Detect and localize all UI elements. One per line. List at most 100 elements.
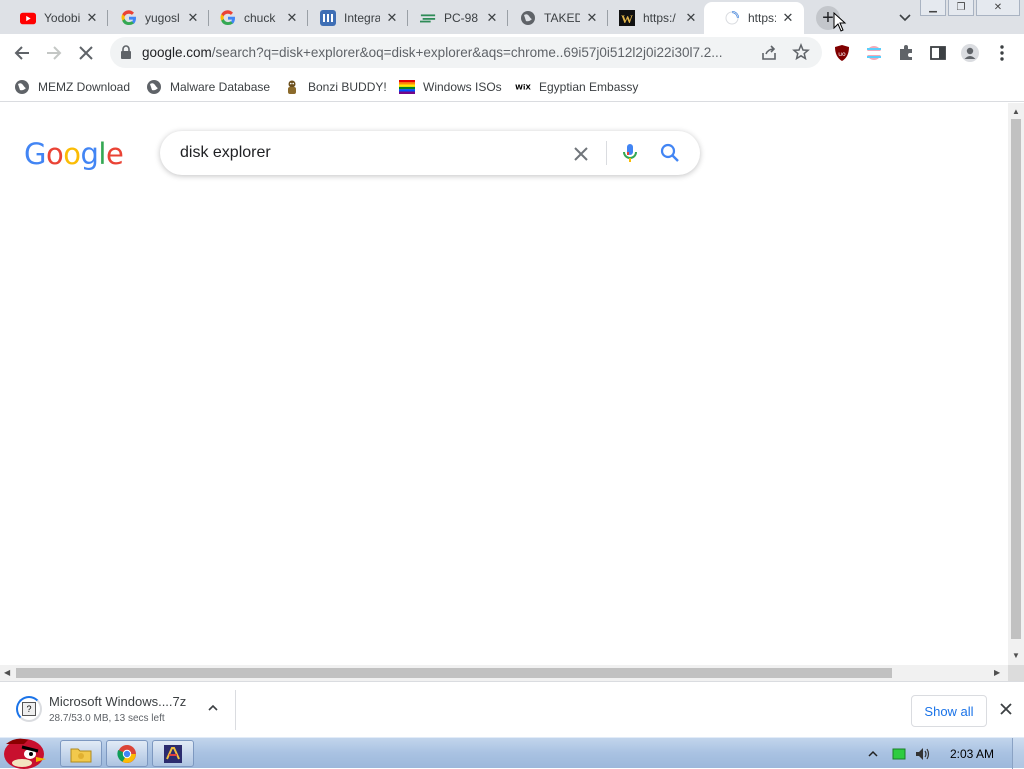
- file-icon: ?: [22, 702, 36, 716]
- taskbar-explorer-button[interactable]: [60, 740, 102, 767]
- ublock-extension-button[interactable]: uo: [830, 41, 854, 65]
- profile-button[interactable]: [958, 41, 982, 65]
- logo-letter: o: [45, 137, 64, 171]
- tab-title: yugosl: [145, 11, 180, 25]
- side-panel-button[interactable]: [926, 41, 950, 65]
- tab-integra[interactable]: Integra ✕: [300, 2, 408, 34]
- site-icon: [320, 10, 336, 26]
- google-logo[interactable]: Google: [24, 137, 124, 171]
- puzzle-icon: [900, 45, 912, 60]
- tab-https-active[interactable]: https:/ ✕: [704, 2, 804, 34]
- tab-title: Yodobi: [44, 11, 80, 25]
- stop-icon: [79, 46, 93, 60]
- close-tab-icon[interactable]: ✕: [584, 10, 600, 26]
- tab-yugosl[interactable]: yugosl ✕: [101, 2, 209, 34]
- bookmark-star-icon[interactable]: [792, 43, 810, 61]
- tab-title: TAKED: [544, 11, 580, 25]
- horizontal-scroll-thumb[interactable]: [16, 668, 892, 678]
- close-tab-icon[interactable]: ✕: [284, 10, 300, 26]
- vertical-scrollbar[interactable]: ▲ ▼: [1008, 103, 1024, 665]
- google-icon: [220, 10, 236, 26]
- logo-letter: g: [80, 137, 99, 171]
- minimize-button[interactable]: ▁: [920, 0, 946, 16]
- show-all-button[interactable]: Show all: [911, 695, 987, 727]
- kebab-menu-icon: [1000, 45, 1004, 61]
- url-text[interactable]: google.com/search?q=disk+explorer&oq=dis…: [142, 45, 754, 60]
- bookmark-bonzi-buddy[interactable]: Bonzi BUDDY!: [284, 76, 387, 98]
- back-button[interactable]: [10, 41, 34, 65]
- bonzi-icon: [284, 79, 300, 95]
- lock-icon[interactable]: [120, 45, 132, 59]
- bookmark-windows-isos[interactable]: Windows ISOs: [399, 76, 502, 98]
- bookmark-label: Egyptian Embassy: [539, 80, 639, 94]
- horizontal-scrollbar[interactable]: ◀ ▶: [0, 665, 1008, 681]
- extension-button[interactable]: [862, 41, 886, 65]
- tab-taked[interactable]: TAKED ✕: [500, 2, 608, 34]
- google-icon: [121, 10, 137, 26]
- share-icon[interactable]: [760, 44, 778, 62]
- bookmark-label: Malware Database: [170, 80, 271, 94]
- bookmark-label: Windows ISOs: [423, 80, 502, 94]
- search-box[interactable]: [160, 131, 700, 175]
- bookmark-malware-database[interactable]: Malware Database: [146, 76, 270, 98]
- show-desktop-button[interactable]: [1012, 738, 1024, 769]
- search-icon[interactable]: [659, 142, 681, 164]
- back-arrow-icon: [14, 46, 29, 60]
- page-content: Google: [0, 103, 1008, 665]
- forward-button[interactable]: [42, 41, 66, 65]
- app-icon: [164, 744, 182, 763]
- restore-button[interactable]: ❐: [948, 0, 974, 16]
- tab-https-w[interactable]: W https:/ ✕: [599, 2, 707, 34]
- close-tab-icon[interactable]: ✕: [484, 10, 500, 26]
- tab-pc98[interactable]: PC-98 ✕: [400, 2, 508, 34]
- bookmark-egyptian-embassy[interactable]: WiX Egyptian Embassy: [515, 76, 638, 98]
- battery-icon[interactable]: [892, 747, 906, 761]
- globe-icon: [146, 79, 162, 95]
- address-bar[interactable]: google.com/search?q=disk+explorer&oq=dis…: [110, 37, 822, 68]
- close-tab-icon[interactable]: ✕: [384, 10, 400, 26]
- system-clock[interactable]: 2:03 AM: [950, 747, 994, 761]
- tab-title: https:/: [643, 11, 676, 25]
- svg-text:uo: uo: [838, 51, 846, 58]
- clear-search-icon[interactable]: [570, 143, 592, 165]
- extensions-menu-button[interactable]: [894, 41, 918, 65]
- vertical-scroll-thumb[interactable]: [1011, 119, 1021, 639]
- volume-icon[interactable]: [914, 746, 932, 762]
- scroll-up-icon[interactable]: ▲: [1012, 107, 1020, 116]
- close-download-bar-button[interactable]: [996, 699, 1016, 719]
- taskbar-chrome-button[interactable]: [106, 740, 148, 767]
- download-filename: Microsoft Windows....7z: [49, 694, 187, 709]
- microphone-icon[interactable]: [619, 142, 641, 164]
- tab-search-chevron-icon[interactable]: [896, 9, 914, 25]
- bookmark-memz-download[interactable]: MEMZ Download: [14, 76, 130, 98]
- logo-letter: G: [24, 137, 46, 171]
- chevron-up-icon[interactable]: [205, 700, 221, 716]
- taskbar: 2:03 AM: [0, 737, 1024, 769]
- close-tab-icon[interactable]: ✕: [185, 10, 201, 26]
- window-controls: ▁ ❐ ✕: [920, 0, 1020, 16]
- rainbow-flag-icon: [399, 79, 415, 95]
- search-divider: [606, 141, 607, 165]
- wix-icon: WiX: [515, 79, 531, 95]
- scroll-down-icon[interactable]: ▼: [1012, 651, 1020, 660]
- close-window-button[interactable]: ✕: [976, 0, 1020, 16]
- taskbar-app-button[interactable]: [152, 740, 194, 767]
- close-tab-icon[interactable]: ✕: [780, 10, 796, 26]
- tab-chuck[interactable]: chuck ✕: [200, 2, 308, 34]
- scroll-left-icon[interactable]: ◀: [4, 668, 10, 677]
- close-tab-icon[interactable]: ✕: [84, 10, 100, 26]
- scroll-right-icon[interactable]: ▶: [994, 668, 1000, 677]
- globe-icon: [520, 10, 536, 26]
- profile-avatar-icon: [961, 44, 979, 62]
- close-tab-icon[interactable]: ✕: [683, 10, 699, 26]
- site-icon: [420, 10, 436, 26]
- download-item[interactable]: ? Microsoft Windows....7z 28.7/53.0 MB, …: [10, 690, 236, 730]
- tab-yodobi[interactable]: Yodobi ✕: [0, 2, 108, 34]
- search-input[interactable]: [180, 142, 560, 164]
- scrollbar-corner: [1008, 665, 1024, 681]
- mouse-cursor-icon: [833, 12, 847, 32]
- tray-expand-icon[interactable]: [867, 749, 879, 759]
- start-button-angry-bird-icon[interactable]: [0, 732, 52, 769]
- stop-loading-button[interactable]: [74, 41, 98, 65]
- chrome-menu-button[interactable]: [990, 41, 1014, 65]
